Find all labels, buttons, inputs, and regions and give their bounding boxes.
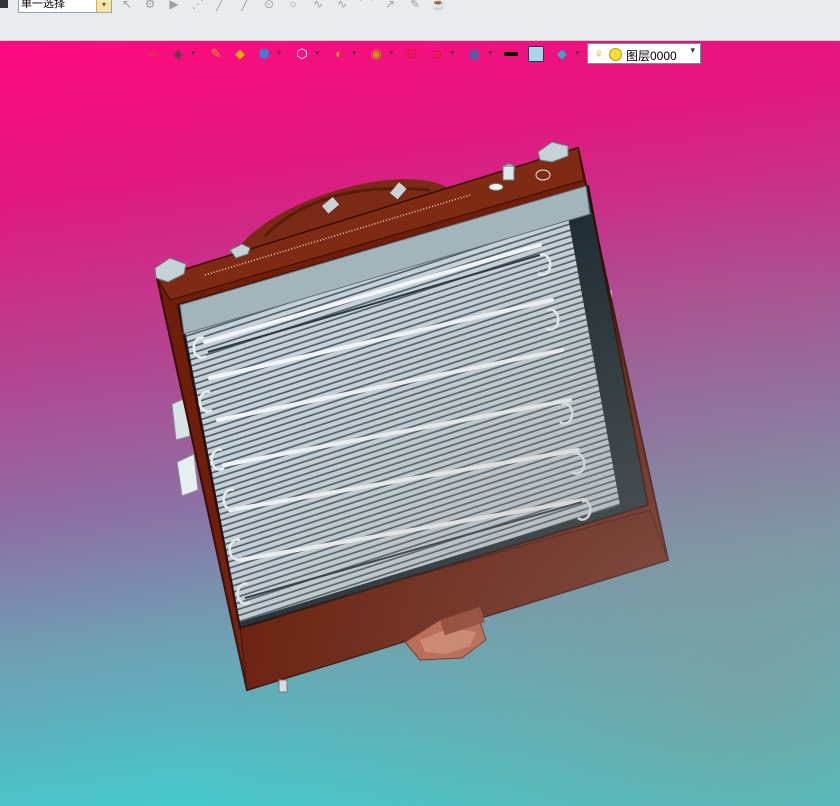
- dimension-icon[interactable]: ⊐ ▾: [427, 44, 454, 64]
- circle-point-icon[interactable]: ⊙: [262, 0, 276, 11]
- heater-model[interactable]: [0, 41, 840, 806]
- chevron-down-icon[interactable]: ▾: [96, 0, 111, 12]
- line-icon[interactable]: ╱: [213, 0, 227, 11]
- sun-icon[interactable]: [609, 48, 622, 61]
- zoom-icon[interactable]: ◉ ▾: [366, 44, 393, 64]
- box-color-icon[interactable]: ◆: [230, 44, 250, 64]
- extend-icon[interactable]: ↗: [383, 0, 397, 11]
- points-icon[interactable]: ⋰: [191, 0, 205, 11]
- layer-dropdown[interactable]: ♀ 图层0000 ▾: [587, 43, 701, 64]
- bulb-icon[interactable]: ♀: [594, 46, 604, 61]
- curve-icon[interactable]: ∿: [335, 0, 349, 11]
- paint-icon[interactable]: ✎: [408, 0, 422, 11]
- play-icon[interactable]: ▶: [167, 0, 181, 11]
- arc-icon[interactable]: ╱: [238, 0, 252, 11]
- selection-mode-value: 单一选择: [21, 0, 65, 10]
- gear-icon[interactable]: ⚙: [143, 0, 157, 11]
- fillet-icon[interactable]: ⌒: [359, 0, 373, 11]
- fit-icon[interactable]: ⊡: [402, 44, 422, 64]
- monitor-icon[interactable]: ▣ ▾: [465, 44, 492, 64]
- view-toolbar: ⇤ ◈ ▾ ✎ ◆ ⬢ ▾ ⬡ ▾ ◐ ▾ ◉ ▾ ⊡ ⊐ ▾ ▣ ▾ ◆ ▾ ♀ 图层0000…: [142, 42, 702, 66]
- view-icon[interactable]: ◈ ▾: [168, 44, 195, 64]
- main-toolbar: 单一选择 ▾ ↖ ⚙ ▶ ⋰ ╱ ╱ ⊙ ○ ∿ ∿ ⌒ ↗ ✎ ☕: [0, 0, 840, 41]
- selection-mode-dropdown[interactable]: 单一选择 ▾: [18, 0, 112, 13]
- pen-icon[interactable]: ✎: [206, 44, 226, 64]
- 3d-viewport[interactable]: [0, 41, 840, 806]
- section-icon[interactable]: ◐ ▾: [329, 44, 356, 64]
- cube-shade-icon[interactable]: ⬢ ▾: [254, 44, 281, 64]
- exit-icon[interactable]: ⇤: [144, 44, 164, 64]
- chevron-down-icon[interactable]: ▾: [690, 45, 695, 56]
- color-swatch-icon[interactable]: [528, 46, 544, 62]
- line-weight-icon[interactable]: [504, 52, 518, 56]
- cube-wire-icon[interactable]: ⬡ ▾: [292, 44, 319, 64]
- spline-icon[interactable]: ∿: [311, 0, 325, 11]
- toolbar-grip-icon: [0, 0, 8, 8]
- plane-icon[interactable]: ◆ ▾: [552, 44, 579, 64]
- cursor-icon[interactable]: ↖: [120, 0, 134, 11]
- layer-label: 图层0000: [626, 49, 677, 63]
- circle-icon[interactable]: ○: [286, 0, 300, 11]
- teapot-icon[interactable]: ☕: [431, 0, 446, 11]
